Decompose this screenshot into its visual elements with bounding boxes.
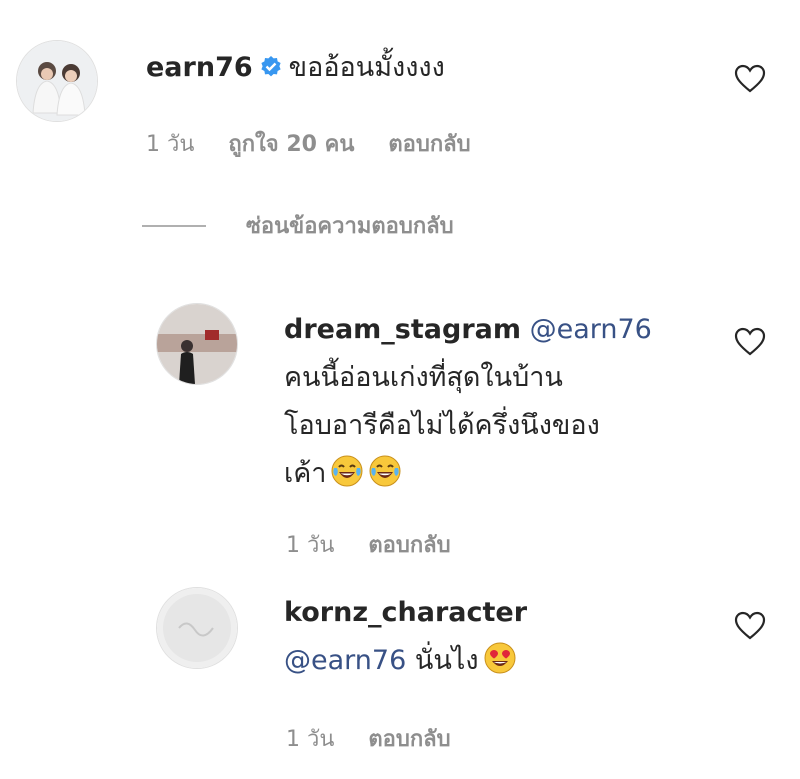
reply-button[interactable]: ตอบกลับ [388,126,470,161]
avatar-kornz-character[interactable] [156,587,238,669]
mention-link[interactable]: @earn76 [530,314,652,345]
reply-time: 1 วัน [286,533,335,558]
username-kornz-character[interactable]: kornz_character [284,597,527,628]
reply-time: 1 วัน [286,727,335,752]
reply-text: นั่นไง [414,645,479,676]
hide-replies-toggle[interactable]: ซ่อนข้อความตอบกลับ [142,208,454,243]
hide-replies-label[interactable]: ซ่อนข้อความตอบกลับ [246,208,454,243]
comment-earn76: earn76 ขออ้อนมั้งงงง [146,44,445,92]
tears-of-joy-emoji [331,455,363,487]
divider-line [142,224,206,227]
like-heart-icon[interactable] [734,64,766,94]
likes-count-button[interactable]: ถูกใจ 20 คน [228,126,354,161]
reply-text-line: คนนี้อ่อนเก่งที่สุดในบ้าน [284,362,563,393]
reply-button[interactable]: ตอบกลับ [368,527,450,562]
username-earn76[interactable]: earn76 [146,52,253,83]
tears-of-joy-emoji [369,455,401,487]
reply-text-line: โอบอารีคือไม่ได้ครึ่งนึงของ [284,410,600,441]
verified-badge-icon [261,56,281,77]
username-dream-stagram[interactable]: dream_stagram [284,314,521,345]
mention-link[interactable]: @earn76 [284,645,406,676]
comment-meta: 1 วัน ถูกใจ 20 คน ตอบกลับ [146,126,471,161]
reply-meta: 1 วัน ตอบกลับ [286,527,451,562]
avatar-earn76[interactable] [16,40,98,122]
reply-kornz-character: kornz_character @earn76 นั่นไง [284,589,527,685]
avatar-dream-stagram[interactable] [156,303,238,385]
reply-meta: 1 วัน ตอบกลับ [286,721,451,756]
reply-dream-stagram: dream_stagram @earn76 คนนี้อ่อนเก่งที่สุ… [284,306,652,498]
reply-button[interactable]: ตอบกลับ [368,721,450,756]
like-heart-icon[interactable] [734,327,766,357]
comment-time: 1 วัน [146,132,195,157]
like-heart-icon[interactable] [734,611,766,641]
comment-text: ขออ้อนมั้งงงง [288,52,445,83]
reply-text-line: เค้า [284,458,327,489]
heart-eyes-emoji [484,642,516,674]
